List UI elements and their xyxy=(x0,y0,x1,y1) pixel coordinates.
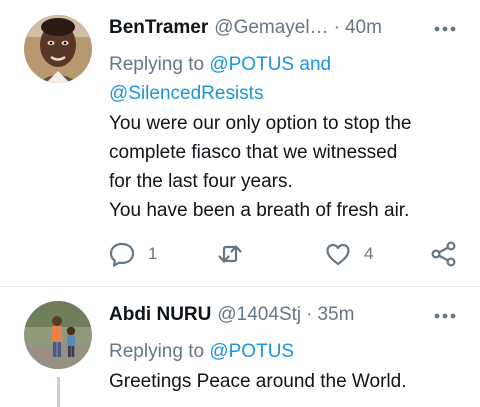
like-count: 4 xyxy=(364,244,374,263)
thread-line xyxy=(57,377,60,407)
timestamp[interactable]: 40m xyxy=(345,17,382,39)
replying-to-label: Replying to xyxy=(109,341,205,362)
timestamp[interactable]: 35m xyxy=(317,304,354,326)
tweet[interactable]: Abdi NURU @1404Stj · 35m Replying to @PO… xyxy=(0,287,480,407)
replying-to: Replying to @POTUS xyxy=(109,337,460,366)
tweet-text: You were our only option to stop the com… xyxy=(109,109,460,225)
share-icon xyxy=(431,241,456,267)
replying-to-label: Replying to xyxy=(109,54,205,75)
tweet-text-line: You were our only option to stop the xyxy=(109,113,412,134)
more-horizontal-icon xyxy=(434,313,456,319)
avatar[interactable] xyxy=(24,15,92,83)
tweet-text-line: Greetings Peace around the World. xyxy=(109,371,407,392)
mention-link[interactable]: @SilencedResists xyxy=(109,83,263,104)
more-options-button[interactable] xyxy=(432,16,458,42)
reply-button[interactable]: 1 xyxy=(108,238,157,270)
replying-to: Replying to @POTUS and @SilencedResists xyxy=(109,50,460,108)
avatar[interactable] xyxy=(24,301,92,369)
tweet-header: BenTramer @Gemayel… · 40m xyxy=(109,15,422,41)
tweet-text: Greetings Peace around the World. xyxy=(109,367,460,396)
like-button[interactable]: 4 xyxy=(324,238,373,270)
tweet[interactable]: BenTramer @Gemayel… · 40m Replying to @P… xyxy=(0,0,480,286)
mention-link[interactable]: @POTUS xyxy=(209,54,294,75)
retweet-icon xyxy=(218,245,242,263)
separator-dot: · xyxy=(333,17,340,38)
tweet-text-line: You have been a breath of fresh air. xyxy=(109,200,410,221)
mention-link[interactable]: @POTUS xyxy=(209,341,294,362)
display-name[interactable]: Abdi NURU xyxy=(109,304,211,326)
heart-icon xyxy=(326,243,350,266)
user-handle[interactable]: @Gemayel… xyxy=(214,17,328,39)
user-handle[interactable]: @1404Stj xyxy=(217,304,301,326)
reply-count: 1 xyxy=(148,244,158,263)
replying-and: and xyxy=(299,54,332,75)
share-button[interactable] xyxy=(430,238,458,270)
display-name[interactable]: BenTramer xyxy=(109,17,208,39)
more-options-button[interactable] xyxy=(432,303,458,329)
retweet-button[interactable] xyxy=(216,238,244,270)
tweet-text-line: complete fiasco that we witnessed xyxy=(109,142,398,163)
separator-dot: · xyxy=(306,304,313,325)
tweet-actions: 1 4 xyxy=(106,238,462,270)
tweet-header: Abdi NURU @1404Stj · 35m xyxy=(109,302,422,328)
tweet-text-line: for the last four years. xyxy=(109,171,293,192)
reply-bubble-icon xyxy=(109,242,135,267)
more-horizontal-icon xyxy=(434,26,456,32)
